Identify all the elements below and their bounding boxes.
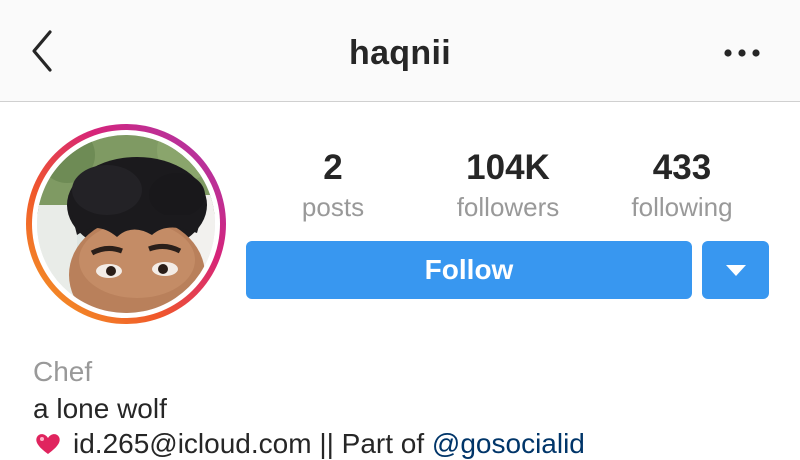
bio-line-1: a lone wolf [33,393,167,424]
bio-contact-text: id.265@icloud.com || Part of [73,428,432,459]
posts-count-label: posts [301,192,365,222]
story-ring[interactable] [26,124,226,324]
triangle-down-icon [726,265,746,276]
followers-count-value: 104K [466,148,550,187]
top-nav-bar: haqnii [0,0,800,102]
followers-count[interactable]: 104K followers [423,148,593,224]
more-horizontal-icon [724,49,760,57]
suggested-accounts-dropdown-button[interactable] [702,241,769,299]
avatar[interactable] [37,135,215,313]
following-count-value: 433 [652,148,712,187]
following-count[interactable]: 433 following [597,148,767,224]
bio-line-2: id.265@icloud.com || Part of @gosocialid [33,428,585,460]
profile-photo [37,135,215,313]
sparkling-heart-icon [36,434,60,454]
profile-category: Chef [33,356,93,387]
posts-count-value: 2 [323,148,343,187]
follow-button[interactable]: Follow [246,241,692,299]
following-count-label: following [631,192,733,222]
more-options-button[interactable] [720,34,764,70]
posts-count[interactable]: 2 posts [248,148,418,224]
profile-username-title: haqnii [349,34,451,72]
followers-count-label: followers [456,192,560,222]
bio-mention-link[interactable]: @gosocialid [432,428,585,459]
